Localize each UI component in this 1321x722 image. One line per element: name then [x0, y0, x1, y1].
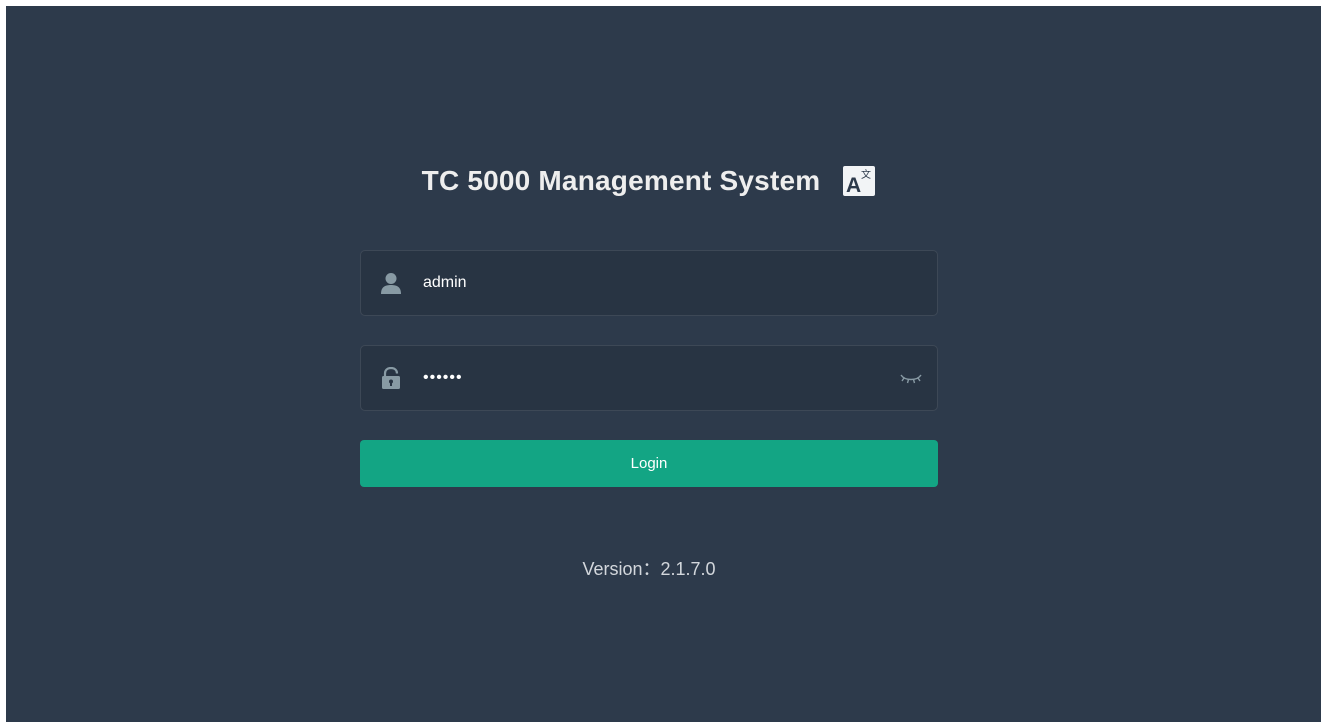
login-form: TC 5000 Management System A 文 admin ••••…: [360, 6, 938, 722]
page-title: TC 5000 Management System: [421, 165, 821, 196]
eye-closed-icon[interactable]: [898, 368, 924, 388]
password-input[interactable]: [423, 346, 893, 410]
translate-icon: A 文: [843, 166, 876, 197]
password-field[interactable]: [360, 345, 938, 411]
login-button[interactable]: Login: [360, 440, 938, 487]
login-screen: TC 5000 Management System A 文 admin ••••…: [6, 6, 1321, 722]
language-switch-button[interactable]: A 文: [842, 164, 876, 198]
svg-text:文: 文: [861, 168, 871, 181]
user-icon: [381, 273, 401, 294]
username-input[interactable]: [423, 251, 893, 315]
version-text: Version：2.1.7.0: [582, 559, 716, 579]
title-row: TC 5000 Management System A 文: [360, 161, 938, 201]
lock-icon: [382, 367, 400, 389]
username-field[interactable]: [360, 250, 938, 316]
svg-text:A: A: [846, 174, 861, 197]
